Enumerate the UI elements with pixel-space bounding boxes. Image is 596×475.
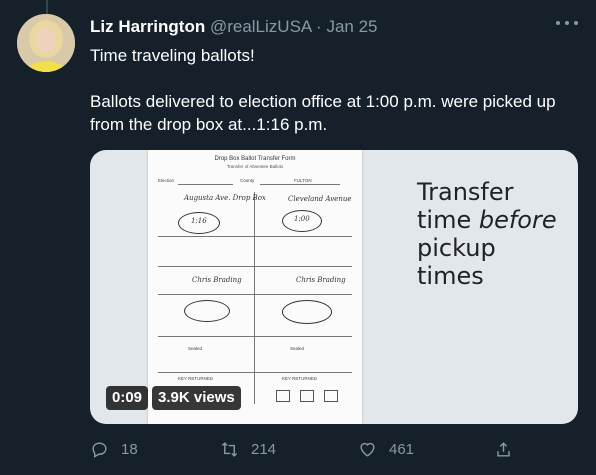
- share-icon: [497, 442, 510, 457]
- retweet-icon: [221, 442, 238, 457]
- heart-icon: [360, 442, 375, 457]
- video-media[interactable]: Drop Box Ballot Transfer Form Transfer o…: [90, 150, 578, 424]
- author-handle[interactable]: @realLizUSA: [210, 17, 311, 36]
- county-label: County: [240, 178, 255, 183]
- view-count: 3.9K views: [152, 386, 241, 410]
- like-count: 461: [389, 441, 415, 458]
- left-time: 1:16: [191, 217, 207, 225]
- callout-line-1: Transfer: [417, 178, 514, 206]
- share-button[interactable]: [494, 440, 513, 459]
- callout-line-3: pickup: [417, 234, 496, 262]
- election-label: Election: [158, 178, 175, 183]
- retweet-count: 214: [251, 441, 277, 458]
- right-location: Cleveland Avenue: [288, 195, 352, 203]
- form-subtitle: Transfer of Absentee Ballots: [226, 164, 284, 169]
- right-time: 1:00: [294, 215, 310, 223]
- tweet-actions: 18 214 461: [90, 440, 580, 466]
- footer-left: KEY RETURNED: [178, 376, 214, 381]
- callout-line-4: times: [417, 262, 484, 290]
- right-box-label: Sealed: [290, 346, 305, 351]
- reply-button[interactable]: 18: [90, 440, 138, 459]
- ballot-transfer-form: Drop Box Ballot Transfer Form Transfer o…: [148, 150, 362, 424]
- like-button[interactable]: 461: [358, 440, 414, 459]
- tweet-date[interactable]: Jan 25: [326, 17, 377, 36]
- checkbox-3: [324, 390, 338, 402]
- reply-icon: [92, 442, 107, 458]
- separator: ·: [316, 17, 322, 36]
- tweet-text: Time traveling ballots! Ballots delivere…: [90, 44, 580, 136]
- left-box-label: Sealed: [188, 346, 203, 351]
- left-pickup-circle: [184, 300, 230, 322]
- form-title: Drop Box Ballot Transfer Form: [214, 156, 296, 162]
- avatar[interactable]: [17, 14, 75, 72]
- author-name[interactable]: Liz Harrington: [90, 17, 205, 36]
- reply-count: 18: [121, 441, 138, 458]
- right-signer: Chris Brading: [296, 276, 346, 284]
- checkbox-2: [300, 390, 314, 402]
- county-value: FULTON: [294, 178, 312, 183]
- transfer-callout: Transfer time before pickup times: [417, 178, 557, 290]
- right-pickup-circle: [282, 300, 332, 324]
- tweet-line-1: Time traveling ballots!: [90, 46, 255, 65]
- tweet-header: Liz Harrington @realLizUSA · Jan 25: [90, 16, 546, 38]
- callout-line-2: time before: [417, 206, 557, 234]
- left-signer: Chris Brading: [192, 276, 242, 284]
- video-stats: 0:09 3.9K views: [106, 386, 241, 410]
- tweet-line-2: Ballots delivered to election office at …: [90, 92, 556, 134]
- more-options-icon[interactable]: [556, 16, 578, 30]
- video-timestamp: 0:09: [106, 386, 149, 410]
- retweet-button[interactable]: 214: [220, 440, 276, 459]
- footer-right: KEY RETURNED: [282, 376, 318, 381]
- checkbox-1: [276, 390, 290, 402]
- left-location: Augusta Ave. Drop Box: [184, 194, 266, 202]
- avatar-image: [17, 14, 75, 72]
